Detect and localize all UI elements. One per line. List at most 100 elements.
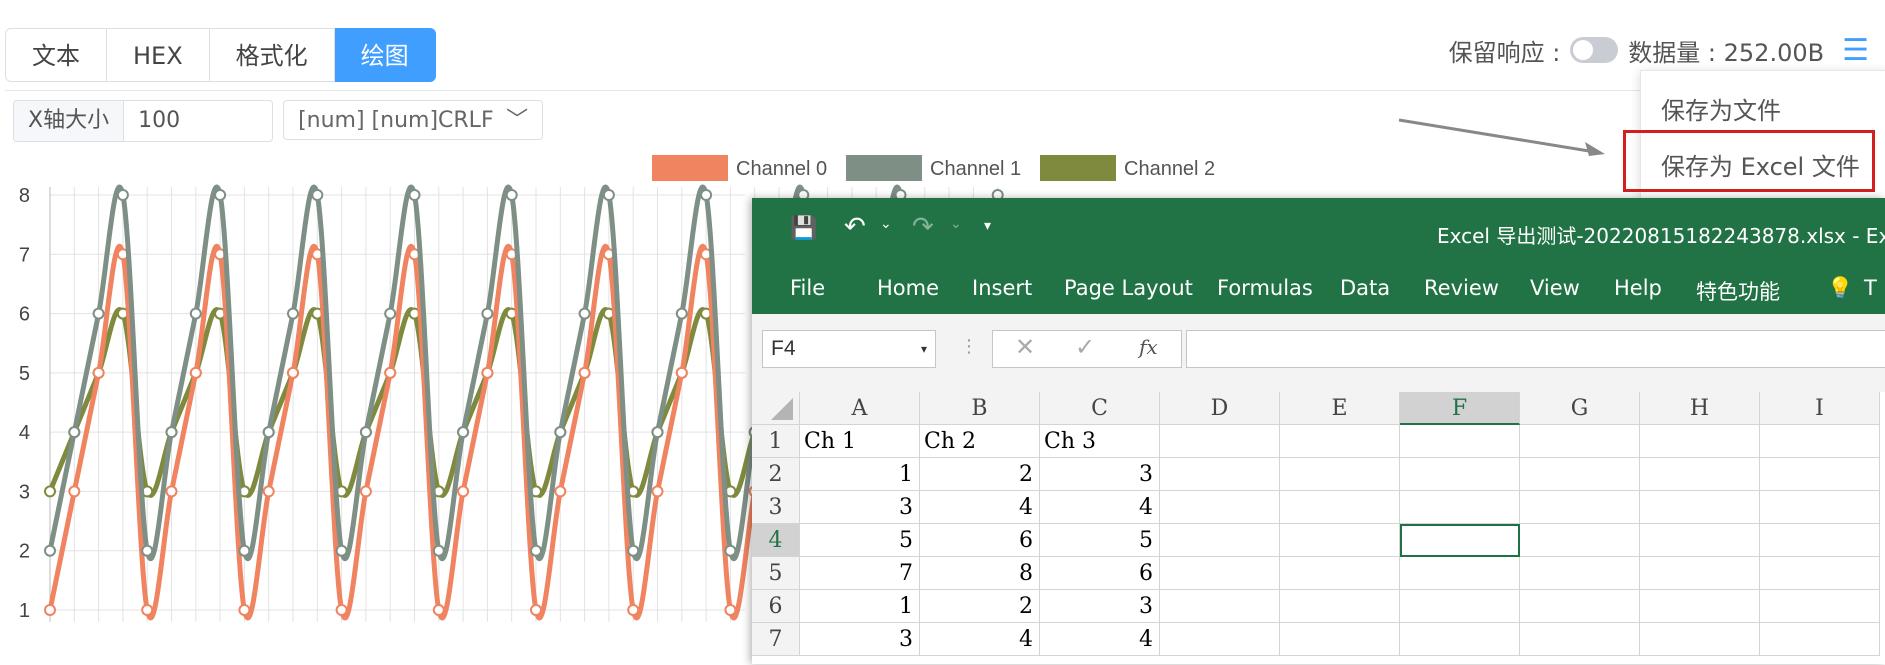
grid-cell[interactable] [1280,623,1400,656]
grid-cell[interactable] [1280,458,1400,491]
grid-cell[interactable] [1640,557,1760,590]
ribbon-tell-me[interactable]: T [1864,276,1877,300]
column-header[interactable]: B [920,392,1040,425]
row-header[interactable]: 6 [752,590,800,623]
column-header[interactable]: A [800,392,920,425]
column-header[interactable]: H [1640,392,1760,425]
column-header[interactable]: I [1760,392,1880,425]
grid-cell[interactable] [1760,557,1880,590]
grid-cell[interactable] [1760,458,1880,491]
redo-icon[interactable]: ↷ [912,212,934,242]
grid-cell[interactable] [1640,458,1760,491]
column-header[interactable]: E [1280,392,1400,425]
grid-cell[interactable]: Ch 3 [1040,425,1160,458]
select-all-corner[interactable] [752,392,800,425]
grid-cell[interactable] [1520,458,1640,491]
grid-cell[interactable]: 4 [1040,623,1160,656]
grid-cell[interactable]: 4 [920,623,1040,656]
grid-cell[interactable] [1160,491,1280,524]
format-select[interactable]: [num] [num]CRLF ﹀ [283,100,544,140]
grid-cell[interactable] [1520,524,1640,557]
tab-hex[interactable]: HEX [107,28,210,82]
tab-format[interactable]: 格式化 [209,28,335,82]
grid-cell[interactable] [1640,524,1760,557]
grid-cell[interactable] [1400,425,1520,458]
ribbon-page-layout[interactable]: Page Layout [1064,276,1193,300]
menu-icon[interactable]: ☰ [1842,33,1869,68]
save-icon[interactable]: 💾 [790,216,817,241]
grid-cell[interactable] [1640,623,1760,656]
grid-cell[interactable]: 5 [1040,524,1160,557]
xaxis-size-input[interactable]: 100 [124,101,272,141]
grid-cell[interactable] [1520,590,1640,623]
grid-cell[interactable] [1280,491,1400,524]
ribbon-insert[interactable]: Insert [972,276,1032,300]
grid-cell[interactable] [1160,623,1280,656]
grid-cell[interactable] [1160,425,1280,458]
grid-cell[interactable] [1520,623,1640,656]
grid-cell[interactable]: 5 [800,524,920,557]
tab-text[interactable]: 文本 [5,28,107,82]
grid-cell[interactable] [1160,458,1280,491]
ribbon-home[interactable]: Home [877,276,939,300]
grid-cell[interactable] [1400,557,1520,590]
grid-cell[interactable] [1520,557,1640,590]
grid-cell[interactable] [1400,458,1520,491]
column-header[interactable]: G [1520,392,1640,425]
cancel-icon[interactable]: ✕ [1015,333,1035,361]
row-header[interactable]: 5 [752,557,800,590]
ribbon-review[interactable]: Review [1424,276,1499,300]
customize-toolbar-icon[interactable]: ▾ [984,218,991,234]
grid-cell[interactable] [1760,425,1880,458]
grid-cell[interactable]: 3 [1040,590,1160,623]
grid-cell[interactable]: 4 [1040,491,1160,524]
name-box[interactable]: F4 ▾ [762,330,936,368]
ribbon-formulas[interactable]: Formulas [1217,276,1313,300]
ribbon-special[interactable]: 特色功能 [1696,276,1780,306]
column-header[interactable]: F [1400,392,1520,425]
grid-cell[interactable] [1160,557,1280,590]
grid-cell[interactable]: 6 [920,524,1040,557]
grid-cell[interactable]: 1 [800,590,920,623]
grid-cell[interactable]: 4 [920,491,1040,524]
grid-cell[interactable] [1640,425,1760,458]
grid-cell[interactable] [1400,590,1520,623]
row-header[interactable]: 7 [752,623,800,656]
grid-cell[interactable] [1280,425,1400,458]
grid-cell[interactable]: 8 [920,557,1040,590]
column-header[interactable]: C [1040,392,1160,425]
grid-cell[interactable]: 1 [800,458,920,491]
ribbon-view[interactable]: View [1530,276,1580,300]
row-header[interactable]: 4 [752,524,800,557]
grid-cell[interactable]: 6 [1040,557,1160,590]
formula-input[interactable] [1186,330,1885,368]
keep-response-toggle[interactable] [1570,37,1619,63]
grid-cell[interactable] [1640,491,1760,524]
selected-cell[interactable] [1400,524,1520,557]
ribbon-help[interactable]: Help [1614,276,1662,300]
column-header[interactable]: D [1160,392,1280,425]
tab-plot[interactable]: 绘图 [334,28,436,82]
grid-cell[interactable]: 2 [920,458,1040,491]
ribbon-data[interactable]: Data [1340,276,1390,300]
grid-cell[interactable] [1280,524,1400,557]
row-header[interactable]: 1 [752,425,800,458]
grid-cell[interactable]: 7 [800,557,920,590]
grid-cell[interactable]: 3 [1040,458,1160,491]
grid-cell[interactable] [1760,491,1880,524]
grid-cell[interactable]: 3 [800,491,920,524]
chevron-down-icon[interactable]: ⌄ [880,216,892,232]
grid-cell[interactable] [1280,590,1400,623]
lightbulb-icon[interactable]: 💡 [1827,276,1853,301]
grid-cell[interactable]: 3 [800,623,920,656]
grid-cell[interactable] [1160,590,1280,623]
undo-icon[interactable]: ↶ [844,212,866,242]
grid-cell[interactable]: 2 [920,590,1040,623]
grid-cell[interactable] [1160,524,1280,557]
grid-cell[interactable] [1640,590,1760,623]
grid-cell[interactable] [1760,623,1880,656]
function-icon[interactable]: fx [1139,335,1158,359]
grid-cell[interactable] [1760,524,1880,557]
grid-cell[interactable] [1520,425,1640,458]
confirm-icon[interactable]: ✓ [1075,333,1095,361]
